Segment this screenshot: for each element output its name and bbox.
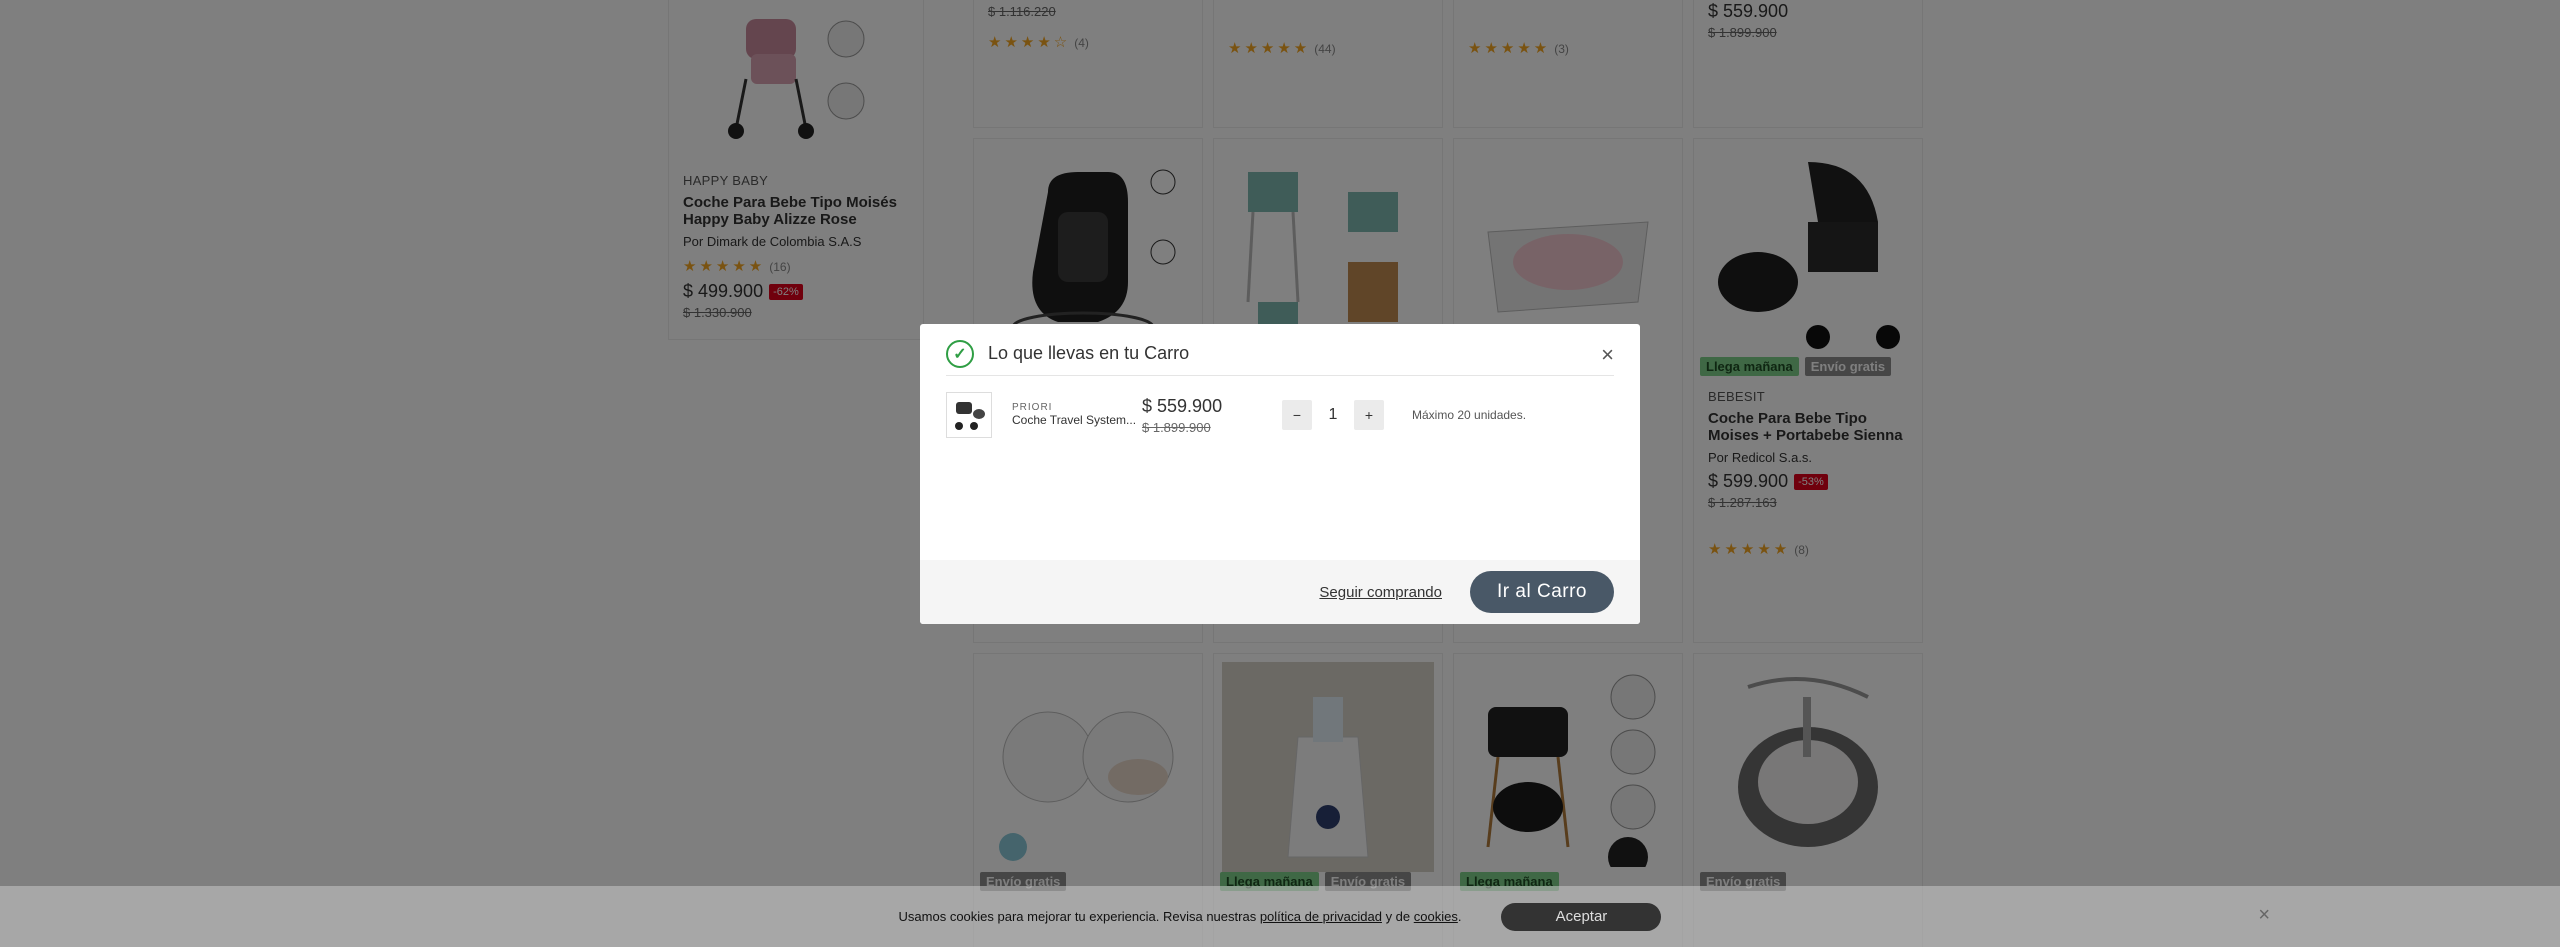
max-units-note: Máximo 20 unidades. — [1412, 408, 1527, 422]
quantity-stepper: − 1 + — [1282, 400, 1384, 430]
modal-title: Lo que llevas en tu Carro — [988, 343, 1190, 363]
cookie-banner-content: Usamos cookies para mejorar tu experienc… — [899, 902, 1662, 931]
continue-shopping-link[interactable]: Seguir comprando — [1319, 584, 1442, 601]
cookie-text-middle: y de — [1381, 909, 1414, 924]
quantity-value[interactable]: 1 — [1312, 406, 1354, 424]
cookie-text-start: Usamos cookies para mejorar tu experienc… — [898, 909, 1260, 924]
cart-item: PRIORI Coche Travel System... $ 559.900 … — [946, 386, 1614, 444]
cookies-policy-link[interactable]: cookies — [1414, 909, 1458, 924]
close-icon[interactable]: × — [1601, 342, 1614, 368]
check-circle-icon: ✓ — [946, 339, 974, 368]
modal-header: ✓ Lo que llevas en tu Carro × — [946, 332, 1614, 376]
cart-item-thumbnail — [946, 392, 992, 438]
decrease-quantity-button[interactable]: − — [1282, 400, 1312, 430]
stroller-thumb-icon — [955, 402, 985, 430]
cookie-banner: Usamos cookies para mejorar tu experienc… — [0, 886, 2560, 947]
cart-item-info: PRIORI Coche Travel System... — [1012, 402, 1142, 428]
added-to-cart-modal: ✓ Lo que llevas en tu Carro × PRIORI Coc… — [920, 324, 1640, 624]
privacy-policy-link[interactable]: política de privacidad — [1260, 909, 1382, 924]
cart-item-name: Coche Travel System... — [1012, 413, 1137, 427]
increase-quantity-button[interactable]: + — [1354, 400, 1384, 430]
accept-cookies-button[interactable]: Aceptar — [1501, 902, 1662, 931]
modal-footer: Seguir comprando Ir al Carro — [920, 560, 1640, 624]
close-icon[interactable]: × — [2258, 904, 2270, 927]
cookie-text: Usamos cookies para mejorar tu experienc… — [899, 909, 1462, 924]
cart-item-prices: $ 559.900 $ 1.899.900 — [1142, 396, 1282, 435]
go-to-cart-button[interactable]: Ir al Carro — [1470, 571, 1614, 613]
cart-item-old-price: $ 1.899.900 — [1142, 419, 1211, 435]
cart-item-brand: PRIORI — [1012, 402, 1053, 413]
cart-item-price: $ 559.900 — [1142, 395, 1223, 416]
cookie-text-end: . — [1457, 909, 1462, 924]
